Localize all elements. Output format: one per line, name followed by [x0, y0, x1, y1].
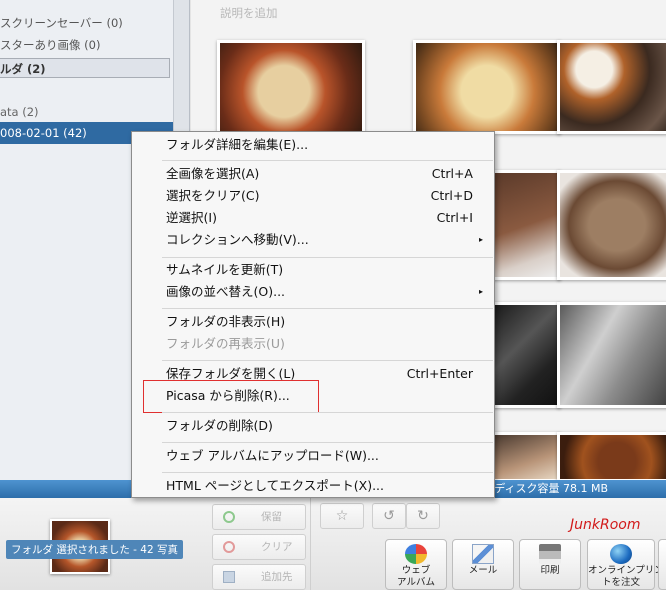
menu-item-refresh-thumbnails[interactable]: サムネイルを更新(T) [133, 259, 493, 281]
folder-item-starred[interactable]: スターあり画像 (0) [0, 36, 100, 54]
rotate-right-icon: ↻ [417, 508, 429, 524]
menu-item-shortcut: Ctrl+I [436, 210, 473, 225]
annotation-highlight-box [143, 380, 319, 413]
menu-item-label: 選択をクリア(C) [166, 188, 260, 203]
email-button[interactable]: メール [452, 539, 514, 590]
photo-thumbnail[interactable] [491, 170, 561, 280]
menu-separator [162, 360, 493, 361]
folder-context-menu: フォルダ詳細を編集(E)... 全画像を選択(A) Ctrl+A 選択をクリア(… [131, 131, 495, 498]
photo-thumbnail[interactable] [557, 302, 666, 408]
submenu-arrow-icon: ▸ [478, 235, 483, 244]
order-prints-button[interactable]: オンラインプリン トを注文 [587, 539, 664, 590]
brand-watermark: JunkRoom [570, 517, 641, 533]
add-to-button-label: 追加先 [261, 571, 293, 583]
web-album-icon [405, 544, 427, 564]
menu-item-label: コレクションへ移動(V)... [166, 232, 309, 247]
menu-item-edit-folder[interactable]: フォルダ詳細を編集(E)... [133, 134, 493, 156]
menu-item-label: サムネイルを更新(T) [166, 262, 284, 277]
photo-thumbnail[interactable] [413, 40, 561, 134]
folders-group-header[interactable]: ルダ (2) [0, 58, 170, 78]
menu-item-label: HTML ページとしてエクスポート(X)... [166, 478, 384, 493]
rotate-left-icon: ↺ [383, 508, 395, 524]
add-to-button[interactable]: 追加先 [212, 564, 306, 590]
menu-separator [162, 412, 493, 413]
rotate-right-button[interactable]: ↻ [406, 503, 440, 529]
menu-item-invert-selection[interactable]: 逆選択(I) Ctrl+I [133, 207, 493, 229]
photo-thumbnail[interactable] [491, 302, 561, 408]
clear-icon [223, 541, 235, 553]
menu-item-shortcut: Ctrl+A [431, 166, 473, 181]
menu-item-label: 逆選択(I) [166, 210, 217, 225]
menu-item-move-to-collection[interactable]: コレクションへ移動(V)... ▸ [133, 229, 493, 251]
selection-status-badge: フォルダ 選択されました - 42 写真 [6, 540, 183, 559]
folder-item-screensaver[interactable]: スクリーンセーバー (0) [0, 14, 123, 32]
menu-item-select-all[interactable]: 全画像を選択(A) Ctrl+A [133, 163, 493, 185]
folder-item-data[interactable]: ata (2) [0, 103, 39, 121]
menu-item-label: 全画像を選択(A) [166, 166, 260, 181]
menu-separator [162, 308, 493, 309]
photo-thumbnail[interactable] [557, 170, 666, 280]
menu-item-label: フォルダ詳細を編集(E)... [166, 137, 309, 152]
clear-button[interactable]: クリア [212, 534, 306, 560]
order-prints-label-line2: トを注文 [601, 577, 640, 588]
menu-separator [162, 442, 493, 443]
star-icon: ☆ [335, 508, 349, 524]
print-button[interactable]: 印刷 [519, 539, 581, 590]
menu-item-label: フォルダの再表示(U) [166, 336, 285, 351]
web-album-button[interactable]: ウェブ アルバム [385, 539, 447, 590]
print-label: 印刷 [540, 565, 560, 576]
web-album-label-line2: アルバム [397, 577, 435, 588]
tray-divider [310, 498, 311, 590]
menu-item-label: 画像の並べ替え(O)... [166, 284, 286, 299]
menu-item-upload-web-album[interactable]: ウェブ アルバムにアップロード(W)... [133, 445, 493, 467]
menu-item-shortcut: Ctrl+D [430, 188, 473, 203]
menu-item-clear-selection[interactable]: 選択をクリア(C) Ctrl+D [133, 185, 493, 207]
menu-item-unhide-folder: フォルダの再表示(U) [133, 333, 493, 355]
hold-icon [223, 511, 235, 523]
photo-thumbnail[interactable] [557, 40, 666, 134]
clear-button-label: クリア [261, 541, 293, 553]
hold-button[interactable]: 保留 [212, 504, 306, 530]
menu-item-hide-folder[interactable]: フォルダの非表示(H) [133, 311, 493, 333]
photo-thumbnail[interactable] [557, 432, 666, 482]
photo-thumbnail[interactable] [491, 432, 561, 482]
order-prints-label-line1: オンラインプリン [588, 565, 664, 576]
menu-item-label: フォルダの削除(D) [166, 418, 273, 433]
globe-icon [610, 544, 632, 564]
star-button[interactable]: ☆ [320, 503, 364, 529]
menu-item-label: ウェブ アルバムにアップロード(W)... [166, 448, 379, 463]
menu-separator [162, 472, 493, 473]
menu-separator [162, 257, 493, 258]
web-album-label-line1: ウェブ [401, 565, 431, 576]
add-to-icon [223, 571, 235, 583]
email-icon [472, 544, 494, 564]
menu-item-label: フォルダの非表示(H) [166, 314, 286, 329]
email-label: メール [468, 565, 498, 576]
printer-icon [539, 544, 561, 564]
menu-item-shortcut: Ctrl+Enter [406, 366, 473, 381]
menu-item-delete-folder[interactable]: フォルダの削除(D) [133, 415, 493, 437]
rotate-left-button[interactable]: ↺ [372, 503, 406, 529]
caption-input[interactable]: 説明を追加 [220, 5, 278, 21]
menu-separator [162, 160, 493, 161]
submenu-arrow-icon: ▸ [478, 287, 483, 296]
photo-thumbnail[interactable] [217, 40, 365, 134]
more-actions-button[interactable] [658, 539, 666, 590]
hold-button-label: 保留 [261, 511, 282, 523]
menu-item-export-html[interactable]: HTML ページとしてエクスポート(X)... [133, 475, 493, 497]
menu-item-sort-images[interactable]: 画像の並べ替え(O)... ▸ [133, 281, 493, 303]
